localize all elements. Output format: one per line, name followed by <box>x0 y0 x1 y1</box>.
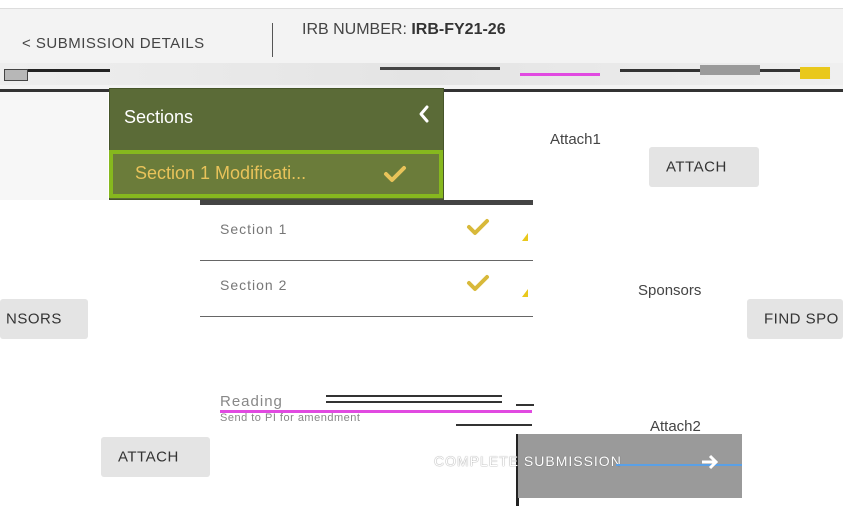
attach2-button-label: ATTACH <box>118 448 179 466</box>
sponsors-label: Sponsors <box>638 282 702 299</box>
attach1-label: Attach1 <box>550 131 601 148</box>
irb-number-label: IRB NUMBER: <box>302 21 412 38</box>
chevron-left-icon[interactable] <box>413 101 435 127</box>
irb-number: IRB NUMBER: IRB-FY21-26 <box>302 21 506 39</box>
reading-highlight-line <box>220 410 532 413</box>
header-divider <box>272 23 273 57</box>
complete-submission-button[interactable]: COMPLETE SUBMISSION <box>430 434 742 498</box>
section-item-label: Section 2 <box>220 277 288 293</box>
section-item-label: Section 1 <box>220 221 288 237</box>
status-marker-icon <box>522 233 528 241</box>
header-left-marker <box>4 69 28 81</box>
header-render-artifact-band <box>0 63 843 85</box>
sections-item-active[interactable]: Section 1 Modificati... <box>109 150 443 198</box>
sections-list-item[interactable]: Section 2 <box>200 261 533 317</box>
checkmark-icon <box>466 217 490 237</box>
arrow-right-icon <box>700 454 720 470</box>
attach1-button[interactable]: ATTACH <box>649 147 759 187</box>
submission-page: IRB NUMBER: IRB-FY21-26 < SUBMISSION DET… <box>0 0 843 506</box>
back-to-submission-details-link[interactable]: < SUBMISSION DETAILS <box>22 35 205 52</box>
sections-list-item[interactable]: Section 1 <box>200 205 533 261</box>
attach2-button[interactable]: ATTACH <box>101 437 210 477</box>
reading-sublabel: Send to PI for amendment <box>220 412 361 424</box>
reading-underline <box>326 395 502 397</box>
sponsors-left-button-label: NSORS <box>6 310 62 328</box>
page-header: IRB NUMBER: IRB-FY21-26 < SUBMISSION DET… <box>0 8 843 92</box>
complete-submission-label: COMPLETE SUBMISSION <box>434 453 622 469</box>
checkmark-icon <box>383 164 407 184</box>
reading-underline <box>516 404 534 406</box>
irb-number-value: IRB-FY21-26 <box>411 21 506 38</box>
find-sponsor-button-label: FIND SPO <box>764 310 839 328</box>
reading-underline <box>456 424 532 426</box>
complete-submission-underline <box>616 464 742 466</box>
sections-item-active-label: Section 1 Modificati... <box>135 163 307 183</box>
attach2-label: Attach2 <box>650 418 701 435</box>
status-marker-icon <box>522 289 528 297</box>
reading-label: Reading <box>220 393 283 410</box>
reading-underline <box>326 401 502 403</box>
find-sponsor-button[interactable]: FIND SPO <box>747 299 843 339</box>
sponsors-left-button[interactable]: NSORS <box>0 299 88 339</box>
attach1-button-label: ATTACH <box>666 158 727 176</box>
sections-dropdown-list: Section 1 Section 2 <box>200 200 533 317</box>
checkmark-icon <box>466 273 490 293</box>
left-background-block <box>0 90 108 200</box>
sections-panel-title: Sections <box>124 107 194 127</box>
